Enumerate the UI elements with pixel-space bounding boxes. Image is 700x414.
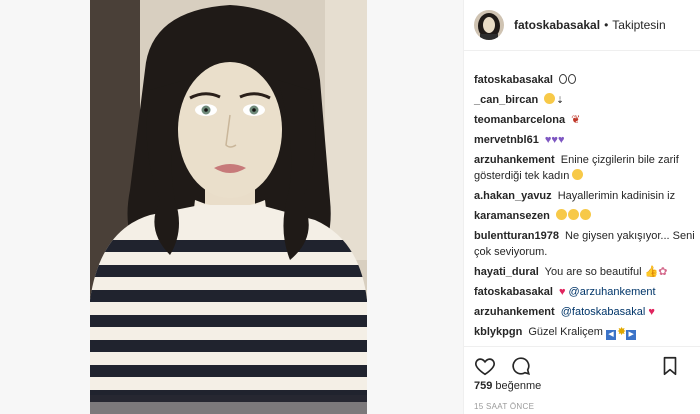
comment-list: fatoskabasakal _can_bircan ⇣ teomanbarce…	[474, 72, 695, 344]
comment-username[interactable]: arzuhankement	[474, 306, 555, 318]
sun-emoji-icon: ✸	[617, 326, 627, 338]
red-heart-emoji-icon: ♥	[648, 306, 655, 318]
heart-outline-icon[interactable]	[474, 355, 496, 377]
heart-eyes-emoji-icon	[572, 169, 584, 180]
post-timestamp: 15 SAAT ÖNCE	[474, 402, 535, 411]
avatar-image	[474, 10, 504, 40]
comment-item: mervetnbl61 ♥♥♥	[474, 132, 695, 148]
comment-text: You are so beautiful	[544, 266, 642, 278]
likes-label: beğenme	[495, 380, 542, 392]
comment-username[interactable]: fatoskabasakal	[474, 74, 553, 86]
comment-mention[interactable]: @arzuhankement	[569, 286, 656, 298]
follow-status-button[interactable]: Takiptesin	[612, 18, 665, 32]
comment-text: Güzel Kraliçem	[528, 326, 603, 338]
purple-heart-emoji-icon: ♥♥♥	[544, 134, 565, 146]
comment-username[interactable]: karamansezen	[474, 210, 550, 222]
comment-item: teomanbarcelona ❦	[474, 112, 695, 128]
comment-mention[interactable]: @fatoskabasakal	[561, 306, 646, 318]
comment-item: fatoskabasakal ♥ @arzuhankement	[474, 284, 695, 300]
comment-username[interactable]: hayati_dural	[474, 266, 539, 278]
comment-username[interactable]: fatoskabasakal	[474, 286, 553, 298]
play-left-emoji-icon: ◀	[606, 330, 616, 340]
comment-item: fatoskabasakal	[474, 72, 695, 88]
comment-item: bulentturan1978 Ne giysen yakışıyor... S…	[474, 228, 695, 260]
rose-emoji-icon: ❦	[571, 114, 581, 126]
header-separator: •	[604, 18, 609, 32]
post-header: fatoskabasakal • Takiptesin	[464, 0, 700, 51]
play-right-emoji-icon: ▶	[626, 330, 637, 340]
comment-text: Hayallerimin kadinisin iz	[557, 190, 676, 202]
comment-item: _can_bircan ⇣	[474, 93, 564, 106]
kiss-face-emoji-icon	[555, 209, 592, 222]
comment-item: hayati_dural You are so beautiful 👍✿	[474, 264, 695, 280]
red-heart-emoji-icon: ♥	[558, 286, 566, 298]
comment-username[interactable]: _can_bircan	[474, 94, 538, 106]
likes-number: 759	[474, 380, 493, 392]
comment-username[interactable]: kblykpgn	[474, 326, 522, 338]
likes-count[interactable]: 759 beğenme	[474, 380, 541, 392]
comment-username[interactable]: arzuhankement	[474, 154, 555, 166]
speech-bubble-icon[interactable]	[510, 355, 532, 377]
bookmark-icon[interactable]	[659, 355, 681, 377]
comment-item: kblykpgn Güzel Kraliçem ◀ ✸ ▶	[474, 324, 695, 340]
comment-item: arzuhankement Enine çizgilerin bile zari…	[474, 152, 695, 184]
comment-username[interactable]: bulentturan1978	[474, 230, 559, 242]
selfie-illustration	[90, 0, 367, 414]
post-sidebar: fatoskabasakal • Takiptesin fatoskabasak…	[463, 0, 700, 414]
eyes-emoji-icon	[558, 74, 577, 86]
comment-username[interactable]: teomanbarcelona	[474, 114, 565, 126]
comment-item: a.hakan_yavuz Hayallerimin kadinisin iz	[474, 188, 695, 204]
avatar[interactable]	[474, 10, 504, 40]
comment-username[interactable]: mervetnbl61	[474, 134, 539, 146]
post-photo-panel	[0, 0, 463, 414]
tulip-emoji-icon: ✿	[658, 266, 668, 278]
post-photo[interactable]	[90, 0, 367, 414]
comment-item: arzuhankement @fatoskabasakal ♥	[474, 304, 695, 320]
heart-eyes-emoji-icon	[544, 93, 556, 104]
comment-username[interactable]: a.hakan_yavuz	[474, 190, 552, 202]
thumbs-up-emoji-icon: 👍	[644, 266, 659, 278]
comment-item: karamansezen	[474, 208, 695, 224]
header-username[interactable]: fatoskabasakal	[514, 18, 600, 32]
post-actions-bar	[464, 346, 700, 381]
